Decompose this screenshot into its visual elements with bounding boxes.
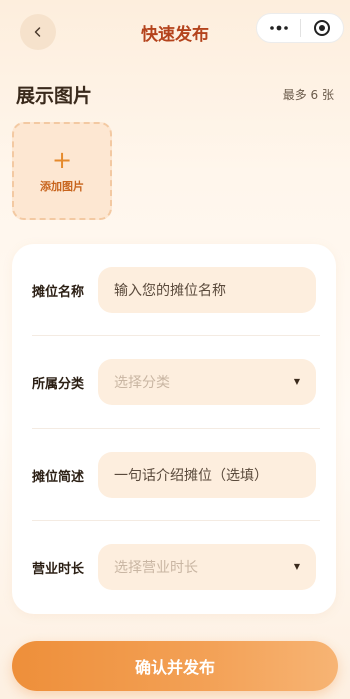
business-hours-select[interactable]: 选择营业时长 ▼ [98,544,316,590]
confirm-publish-button[interactable]: 确认并发布 [12,641,338,691]
category-select[interactable]: 选择分类 ▼ [98,359,316,405]
description-placeholder: 一句话介绍摊位（选填） [114,468,268,484]
mini-program-capsule [256,13,344,43]
description-label: 摊位简述 [32,469,85,485]
nav-bar: 快速发布 [0,0,350,64]
divider [32,520,320,521]
business-hours-placeholder: 选择营业时长 [114,560,198,576]
images-section-title: 展示图片 [16,85,93,107]
category-label: 所属分类 [32,376,85,392]
category-placeholder: 选择分类 [114,375,170,391]
category-row: 所属分类 选择分类 ▼ [32,358,316,406]
stall-name-placeholder: 输入您的摊位名称 [114,283,226,299]
stall-name-input[interactable]: 输入您的摊位名称 [98,267,316,313]
target-close-icon [313,20,330,36]
more-dots-icon [269,25,288,31]
description-row: 摊位简述 一句话介绍摊位（选填） [32,451,316,499]
divider [32,335,320,336]
divider [32,428,320,429]
add-image-button[interactable]: + 添加图片 [12,122,112,220]
form-card: 摊位名称 输入您的摊位名称 所属分类 选择分类 ▼ 摊位简述 一句话介绍摊位（选… [12,244,336,614]
description-input[interactable]: 一句话介绍摊位（选填） [98,452,316,498]
dropdown-caret-icon: ▼ [293,562,300,571]
business-hours-label: 营业时长 [32,561,85,577]
plus-icon: + [51,146,73,174]
close-mini-program-button[interactable] [301,13,343,43]
images-limit-hint: 最多 6 张 [282,88,334,102]
confirm-publish-label: 确认并发布 [134,658,215,677]
dropdown-caret-icon: ▼ [293,377,300,386]
add-image-label: 添加图片 [40,180,84,193]
business-hours-row: 营业时长 选择营业时长 ▼ [32,543,316,591]
more-button[interactable] [257,13,300,43]
stall-name-row: 摊位名称 输入您的摊位名称 [32,266,316,314]
stall-name-label: 摊位名称 [32,284,85,300]
